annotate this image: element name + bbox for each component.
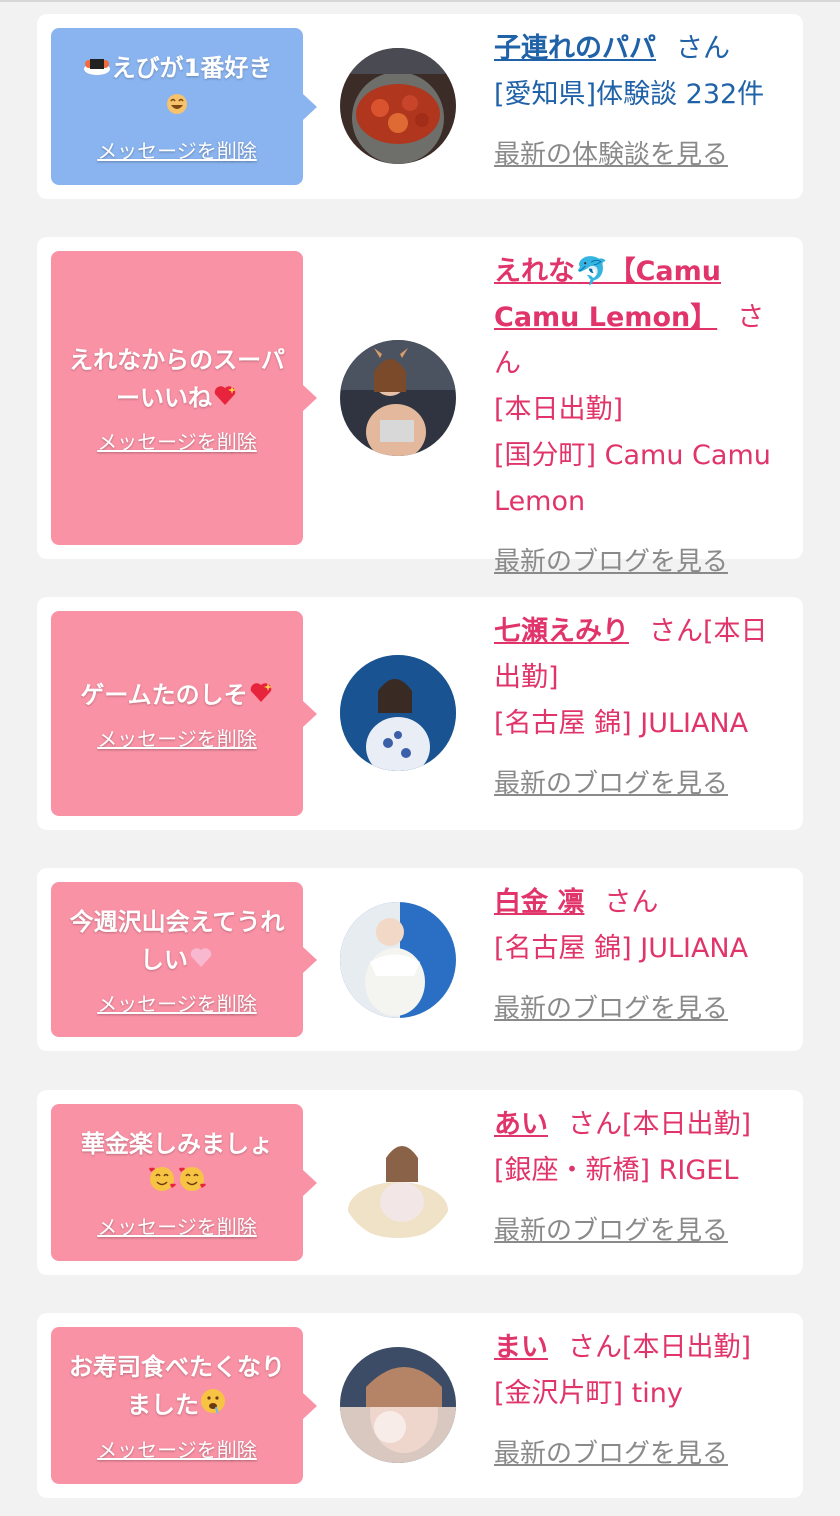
- sender-detail: [国分町] Camu Camu Lemon: [494, 440, 771, 517]
- message-text-wrap: ゲームたのしそ: [80, 676, 273, 715]
- message-card: えれなからのスーパーいいね メッセージを削除 えれな🐬【Camu Camu Le…: [37, 237, 803, 577]
- sender-name-link[interactable]: あい: [494, 1109, 548, 1140]
- food-photo-avatar[interactable]: [340, 48, 456, 164]
- message-bubble: 今週沢山会えてうれしい メッセージを削除: [51, 882, 317, 1037]
- sender-detail: [銀座・新橋] RIGEL: [494, 1155, 739, 1186]
- delete-message-link[interactable]: メッセージを削除: [97, 1211, 257, 1240]
- sparkling-heart-emoji-icon: [212, 380, 238, 418]
- message-card: 今週沢山会えてうれしい メッセージを削除 白金 凛さん [名古屋 錦] JULI…: [37, 868, 803, 1051]
- sender-suffix: さん[本日出勤]: [568, 1109, 752, 1140]
- sender-name-link[interactable]: まい: [494, 1332, 548, 1363]
- message-bubble: えれなからのスーパーいいね メッセージを削除: [51, 251, 317, 545]
- delete-message-link[interactable]: メッセージを削除: [97, 723, 257, 752]
- sender-info: えれな🐬【Camu Camu Lemon】 さん [本日出勤] [国分町] Cam…: [494, 249, 789, 585]
- sender-detail: [愛知県]体験談 232件: [494, 79, 765, 110]
- latest-post-link[interactable]: 最新のブログを見る: [494, 761, 789, 807]
- smiling-hearts-emoji-icon: [147, 1164, 177, 1203]
- sender-name-link[interactable]: 子連れのパパ: [494, 33, 656, 64]
- pink-heart-emoji-icon: [188, 942, 214, 980]
- message-text-wrap: 華金楽しみましょ: [81, 1125, 273, 1203]
- latest-post-link[interactable]: 最新のブログを見る: [494, 539, 789, 585]
- drooling-face-emoji-icon: [199, 1387, 227, 1426]
- profile-photo-avatar[interactable]: [340, 655, 456, 771]
- message-text-wrap: えびが1番好き: [82, 49, 273, 127]
- message-text: ゲームたのしそ: [80, 680, 248, 709]
- latest-post-link[interactable]: 最新のブログを見る: [494, 986, 789, 1032]
- smiling-hearts-emoji-icon: [177, 1164, 207, 1203]
- sender-name-link[interactable]: 七瀬えみり: [494, 616, 629, 647]
- top-divider: [0, 0, 840, 2]
- sparkling-heart-emoji-icon: [248, 677, 274, 715]
- laughing-emoji-icon: [165, 89, 189, 127]
- profile-photo-avatar[interactable]: [340, 902, 456, 1018]
- sender-info: 白金 凛さん [名古屋 錦] JULIANA 最新のブログを見る: [494, 880, 789, 1032]
- message-text: お寿司食べたくなりました: [69, 1353, 285, 1420]
- sender-suffix: さん[本日出勤]: [568, 1332, 752, 1363]
- sender-info: あい さん[本日出勤] [銀座・新橋] RIGEL 最新のブログを見る: [494, 1102, 789, 1254]
- latest-post-link[interactable]: 最新のブログを見る: [494, 1208, 789, 1254]
- sushi-emoji-icon: [82, 50, 112, 88]
- message-bubble: お寿司食べたくなりました メッセージを削除: [51, 1327, 317, 1484]
- sender-info: 子連れのパパ さん [愛知県]体験談 232件 最新の体験談を見る: [494, 26, 789, 178]
- message-card: お寿司食べたくなりました メッセージを削除 まい さん[本日出勤] [金沢片町] …: [37, 1313, 803, 1498]
- message-card: えびが1番好き メッセージを削除 子連れのパパ さん [愛知県]体験談 232件 …: [37, 14, 803, 199]
- sender-detail: [名古屋 錦] JULIANA: [494, 708, 749, 739]
- message-text-wrap: 今週沢山会えてうれしい: [61, 903, 293, 980]
- message-card: ゲームたのしそ メッセージを削除 七瀬えみり さん[本日出勤] [名古屋 錦] J…: [37, 597, 803, 830]
- message-bubble: 華金楽しみましょ メッセージを削除: [51, 1104, 317, 1261]
- message-text: 今週沢山会えてうれしい: [69, 907, 285, 974]
- message-text: 華金楽しみましょ: [81, 1130, 273, 1159]
- delete-message-link[interactable]: メッセージを削除: [97, 1434, 257, 1463]
- sender-detail: [金沢片町] tiny: [494, 1378, 683, 1409]
- sender-suffix: さん: [604, 887, 659, 918]
- message-text: えれなからのスーパーいいね: [69, 346, 285, 412]
- profile-photo-avatar[interactable]: [340, 1347, 456, 1463]
- delete-message-link[interactable]: メッセージを削除: [97, 426, 257, 455]
- profile-photo-avatar[interactable]: [340, 1124, 456, 1240]
- message-text-wrap: えれなからのスーパーいいね: [61, 341, 293, 418]
- sender-info: 七瀬えみり さん[本日出勤] [名古屋 錦] JULIANA 最新のブログを見る: [494, 609, 789, 807]
- message-bubble: えびが1番好き メッセージを削除: [51, 28, 317, 185]
- sender-info: まい さん[本日出勤] [金沢片町] tiny 最新のブログを見る: [494, 1325, 789, 1477]
- latest-post-link[interactable]: 最新の体験談を見る: [494, 132, 789, 178]
- latest-post-link[interactable]: 最新のブログを見る: [494, 1431, 789, 1477]
- message-text: えびが1番好き: [111, 54, 273, 82]
- profile-photo-avatar[interactable]: [340, 340, 456, 456]
- sender-name-link[interactable]: えれな🐬【Camu Camu Lemon】: [494, 256, 721, 333]
- message-bubble: ゲームたのしそ メッセージを削除: [51, 611, 317, 816]
- sender-suffix: さん: [676, 33, 730, 64]
- message-card: 華金楽しみましょ メッセージを削除 あい さん[本日出勤] [銀座・新橋] RIG…: [37, 1090, 803, 1275]
- sender-detail: [名古屋 錦] JULIANA: [494, 933, 749, 964]
- delete-message-link[interactable]: メッセージを削除: [97, 135, 257, 164]
- sender-detail: [本日出勤]: [494, 394, 624, 425]
- sender-name-link[interactable]: 白金 凛: [494, 887, 584, 918]
- delete-message-link[interactable]: メッセージを削除: [97, 988, 257, 1017]
- message-text-wrap: お寿司食べたくなりました: [61, 1348, 293, 1426]
